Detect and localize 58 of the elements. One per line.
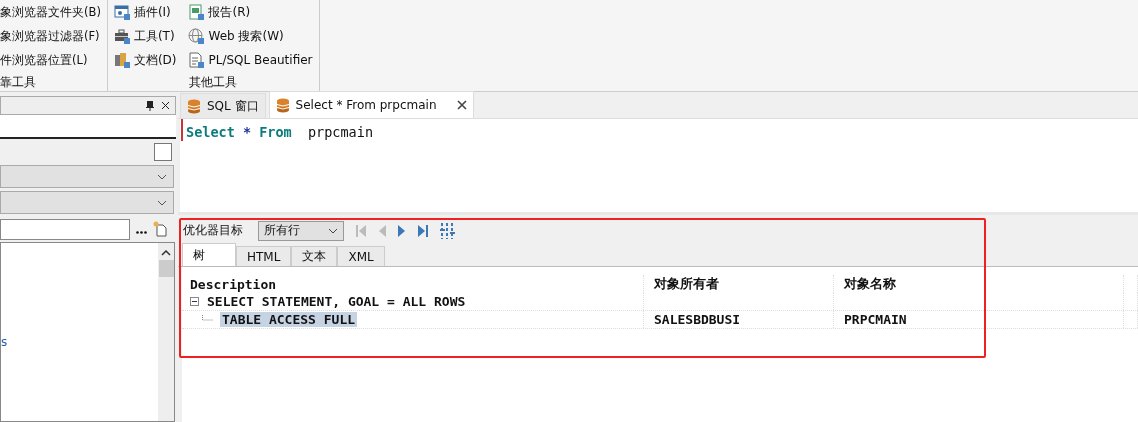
database-icon (187, 98, 201, 114)
column-header: 对象名称 (834, 275, 1124, 293)
globe-icon (188, 28, 205, 44)
group-label: 其他工具 (188, 74, 239, 91)
scrollbar-thumb[interactable] (158, 260, 174, 277)
checkbox[interactable] (154, 142, 172, 161)
chevron-down-icon (157, 173, 167, 180)
tree-node[interactable]: TABLE ACCESS FULL (220, 312, 358, 327)
tree-line (202, 315, 214, 324)
chevron-up-icon (161, 250, 171, 256)
view-tab[interactable]: HTML (236, 246, 292, 266)
column-header: 对象所有者 (644, 275, 834, 293)
input-field[interactable] (0, 218, 130, 240)
column-header: Description (182, 275, 644, 293)
close-icon (161, 101, 170, 110)
list-item[interactable]: s (1, 335, 158, 349)
group-label: 靠工具 (0, 74, 37, 91)
database-icon (275, 97, 290, 113)
last-icon (418, 224, 428, 237)
first-icon (356, 224, 366, 237)
ribbon-item[interactable]: 工具(T) (133, 27, 175, 45)
optimizer-label: 优化器目标 (183, 222, 243, 239)
new-document-icon (153, 221, 167, 237)
document-icon (188, 52, 205, 68)
report-icon (188, 4, 205, 20)
sql-editor[interactable]: Select * From prpcmain (178, 119, 1138, 212)
optimizer-dropdown[interactable]: 所有行 (258, 220, 344, 241)
columns-icon (440, 222, 455, 239)
ribbon-item[interactable]: Web 搜索(W) (208, 27, 284, 45)
next-icon (398, 224, 406, 237)
ribbon-item[interactable]: 插件(I) (133, 3, 171, 21)
toolbox-icon (113, 28, 130, 44)
chevron-down-icon (328, 227, 338, 234)
close-icon[interactable] (456, 100, 467, 110)
ribbon-item[interactable]: 象浏览器过滤器(F) (0, 28, 100, 44)
binder-icon (113, 52, 130, 68)
window-icon (113, 4, 130, 20)
editor-tab[interactable]: Select * From prpcmain (268, 91, 474, 118)
sql-code: Select * From prpcmain (181, 119, 373, 141)
view-tab[interactable]: 树 (182, 243, 236, 266)
collapse-icon[interactable] (190, 297, 199, 306)
pin-icon (146, 100, 154, 111)
view-tab[interactable]: XML (337, 246, 385, 266)
editor-tab[interactable]: SQL 窗口 (180, 93, 266, 118)
dropdown[interactable] (0, 191, 174, 214)
chevron-down-icon (157, 199, 167, 206)
ribbon-item[interactable]: PL/SQL Beautifier (208, 53, 313, 67)
ribbon-item[interactable]: 报告(R) (208, 3, 251, 21)
tree-node[interactable]: SELECT STATEMENT, GOAL = ALL ROWS (205, 294, 468, 309)
previous-icon (378, 224, 386, 237)
more-icon (136, 230, 147, 234)
table-cell: PRPCMAIN (844, 312, 907, 327)
ribbon-item[interactable]: 象浏览器文件夹(B) (0, 4, 101, 20)
ribbon-item[interactable]: 文档(D) (133, 51, 177, 69)
scrollbar[interactable] (158, 243, 174, 421)
table-cell: SALESBDBUSI (654, 312, 741, 327)
ribbon-item[interactable]: 件浏览器位置(L) (0, 52, 88, 68)
view-tab[interactable]: 文本 (291, 246, 338, 266)
